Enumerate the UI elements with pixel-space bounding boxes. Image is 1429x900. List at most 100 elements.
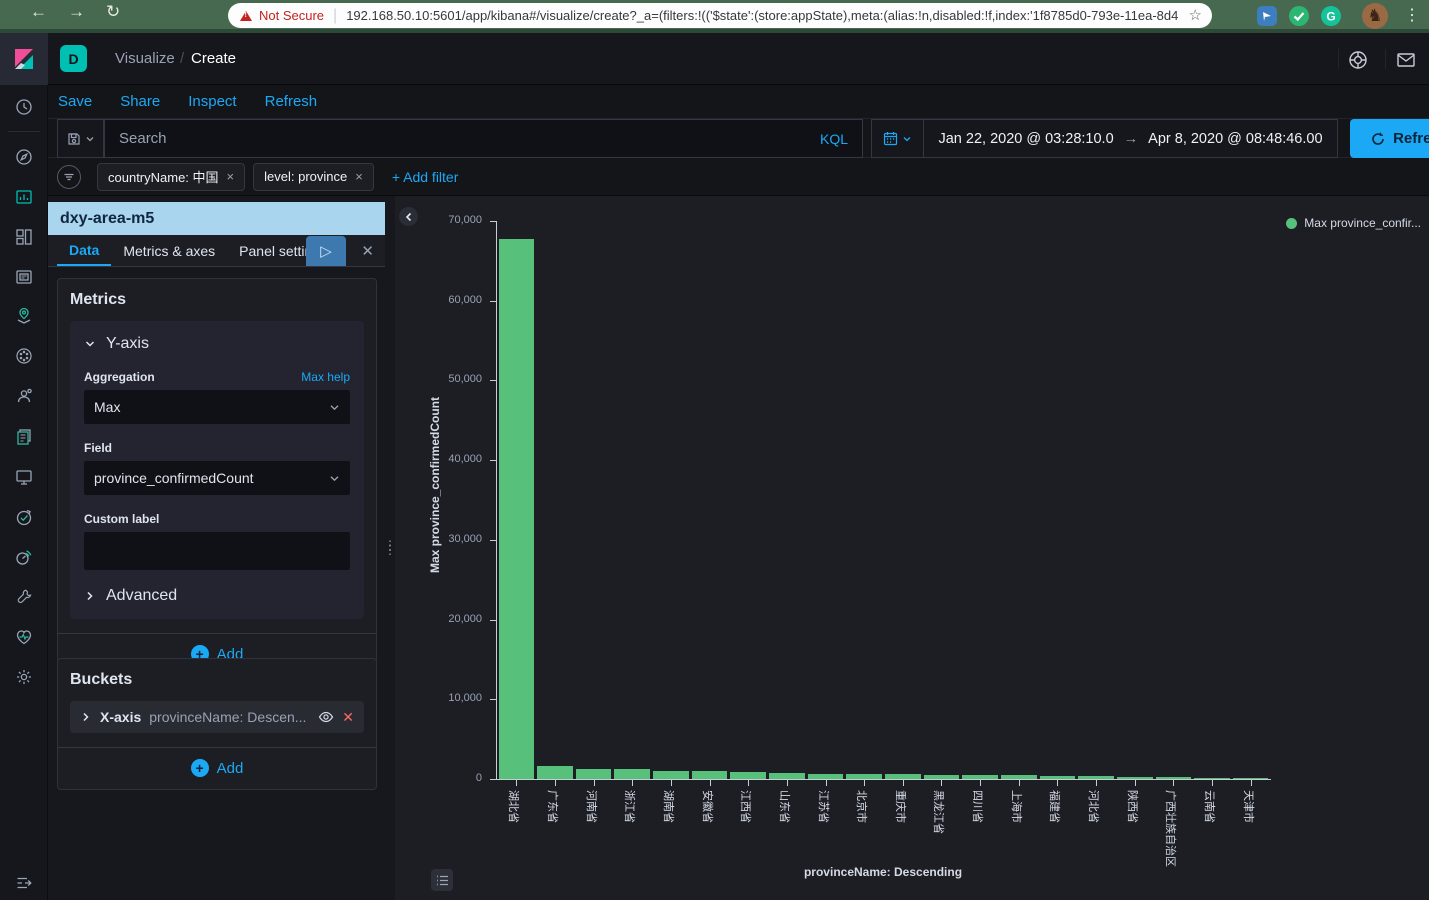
panel-resizer-handle[interactable]: ⋮⋮ — [385, 196, 395, 900]
filter-pill-level[interactable]: level: province × — [253, 163, 374, 191]
browser-menu-icon[interactable]: ⋮ — [1404, 5, 1420, 25]
calendar-menu-button[interactable] — [872, 120, 924, 157]
filter-pill-label: level: province — [264, 169, 347, 184]
date-range-start[interactable]: Jan 22, 2020 @ 03:28:10.0 — [938, 131, 1113, 147]
bar-江苏省[interactable] — [808, 774, 844, 779]
y-tick-mark — [490, 620, 496, 621]
space-badge[interactable]: D — [60, 45, 87, 72]
sidebar-item-metrics[interactable] — [12, 465, 36, 489]
toggle-legend-button[interactable] — [431, 869, 453, 891]
x-axis-line — [496, 779, 1271, 780]
sidebar-item-stack-monitoring[interactable] — [12, 625, 36, 649]
bar-江西省[interactable] — [730, 772, 766, 779]
sidebar-item-apm[interactable] — [12, 545, 36, 569]
bar-四川省[interactable] — [962, 775, 998, 779]
extension-blue-icon[interactable] — [1256, 5, 1278, 27]
filter-options-icon[interactable] — [57, 165, 81, 189]
kql-toggle[interactable]: KQL — [820, 131, 848, 147]
add-bucket-button[interactable]: + Add — [70, 759, 364, 777]
remove-bucket-icon[interactable]: ✕ — [342, 709, 354, 726]
filter-pill-countryname[interactable]: countryName: 中国 × — [97, 163, 245, 191]
sidebar-item-machine-learning[interactable] — [12, 344, 36, 368]
x-tick-mark — [671, 780, 672, 786]
sidebar-item-visualize[interactable] — [12, 185, 36, 209]
advanced-accordion[interactable]: Advanced — [84, 587, 350, 605]
kibana-logo[interactable] — [0, 33, 48, 85]
bar-北京市[interactable] — [846, 774, 882, 779]
max-help-link[interactable]: Max help — [301, 370, 350, 384]
bar-湖南省[interactable] — [653, 771, 689, 779]
sidebar-item-graph[interactable] — [12, 384, 36, 408]
field-select[interactable]: province_confirmedCount — [84, 461, 350, 495]
bar-山东省[interactable] — [769, 773, 805, 779]
x-tick-label: 河北省 — [1086, 790, 1102, 823]
apply-changes-button[interactable]: ▷ — [306, 236, 346, 266]
save-button[interactable]: Save — [58, 93, 92, 110]
refresh-link-button[interactable]: Refresh — [265, 93, 318, 110]
x-tick-mark — [1019, 780, 1020, 786]
bar-福建省[interactable] — [1040, 776, 1076, 779]
bar-河北省[interactable] — [1078, 776, 1114, 779]
sidebar-item-uptime[interactable] — [12, 505, 36, 529]
share-button[interactable]: Share — [120, 93, 160, 110]
bar-浙江省[interactable] — [614, 769, 650, 779]
sidebar-item-canvas[interactable] — [12, 265, 36, 289]
x-axis-bucket-row[interactable]: X-axis provinceName: Descen... ✕ — [70, 701, 364, 733]
visualize-toolbar: Save Share Inspect Refresh — [48, 85, 1429, 119]
add-filter-button[interactable]: + Add filter — [392, 169, 459, 185]
x-tick-mark — [748, 780, 749, 786]
extension-grammarly-icon[interactable]: G — [1320, 5, 1342, 27]
saved-query-menu-button[interactable] — [57, 119, 104, 158]
recently-viewed-icon[interactable] — [12, 95, 36, 119]
bar-上海市[interactable] — [1001, 775, 1037, 779]
eye-icon[interactable] — [318, 709, 334, 725]
remove-filter-icon[interactable]: × — [227, 169, 235, 184]
search-input[interactable]: Search KQL — [104, 119, 863, 158]
refresh-query-button[interactable]: Refresh — [1350, 119, 1429, 158]
bar-河南省[interactable] — [576, 769, 612, 779]
browser-profile-avatar[interactable]: ♞ — [1362, 3, 1388, 29]
help-lifebuoy-icon[interactable] — [1345, 47, 1371, 73]
breadcrumb-visualize[interactable]: Visualize — [115, 50, 175, 67]
address-bar[interactable]: Not Secure | 192.168.50.10:5601/app/kiba… — [228, 3, 1212, 28]
bar-重庆市[interactable] — [885, 774, 921, 779]
tab-metrics-axes[interactable]: Metrics & axes — [111, 235, 227, 266]
x-tick-label: 江苏省 — [816, 790, 832, 823]
date-range-end[interactable]: Apr 8, 2020 @ 08:48:46.00 — [1148, 131, 1322, 147]
collapse-nav-icon[interactable] — [12, 871, 36, 895]
bar-广西壮族自治区[interactable] — [1156, 777, 1192, 779]
browser-forward-icon[interactable]: → — [68, 2, 85, 22]
discard-changes-icon[interactable]: ✕ — [361, 242, 374, 260]
bar-安徽省[interactable] — [692, 771, 728, 779]
x-tick-mark — [632, 780, 633, 786]
sidebar-item-logs[interactable] — [12, 425, 36, 449]
bar-湖北省[interactable] — [499, 239, 535, 779]
inspect-button[interactable]: Inspect — [188, 93, 236, 110]
vis-title-bar[interactable]: dxy-area-m5 — [48, 202, 385, 235]
tab-data[interactable]: Data — [57, 235, 111, 266]
bar-广东省[interactable] — [537, 766, 573, 779]
bookmark-star-icon[interactable]: ☆ — [1189, 6, 1202, 24]
y-axis-accordion[interactable]: Y-axis — [84, 335, 350, 353]
bar-黑龙江省[interactable] — [924, 775, 960, 779]
newsfeed-mail-icon[interactable] — [1393, 47, 1419, 73]
sidebar-item-dashboard[interactable] — [12, 225, 36, 249]
sidebar-item-dev-tools[interactable] — [12, 585, 36, 609]
browser-reload-icon[interactable]: ↻ — [106, 2, 120, 22]
sidebar-item-management[interactable] — [12, 665, 36, 689]
aggregation-select[interactable]: Max — [84, 390, 350, 424]
bar-云南省[interactable] — [1194, 778, 1230, 780]
y-axis-panel: Y-axis Aggregation Max help Max Field pr… — [70, 321, 364, 619]
remove-filter-icon[interactable]: × — [355, 169, 363, 184]
bar-陕西省[interactable] — [1117, 777, 1153, 779]
x-tick-label: 天津市 — [1241, 790, 1257, 823]
sidebar-item-maps[interactable] — [12, 304, 36, 328]
custom-label-input[interactable] — [84, 532, 350, 570]
visualization-canvas: Max province_confir... Max province_conf… — [395, 196, 1429, 900]
extension-check-icon[interactable] — [1288, 5, 1310, 27]
sidebar-item-discover[interactable] — [12, 145, 36, 169]
y-tick-label: 70,000 — [422, 214, 482, 226]
bar-天津市[interactable] — [1233, 778, 1269, 780]
browser-back-icon[interactable]: ← — [30, 2, 47, 22]
breadcrumb-separator: / — [180, 50, 184, 67]
